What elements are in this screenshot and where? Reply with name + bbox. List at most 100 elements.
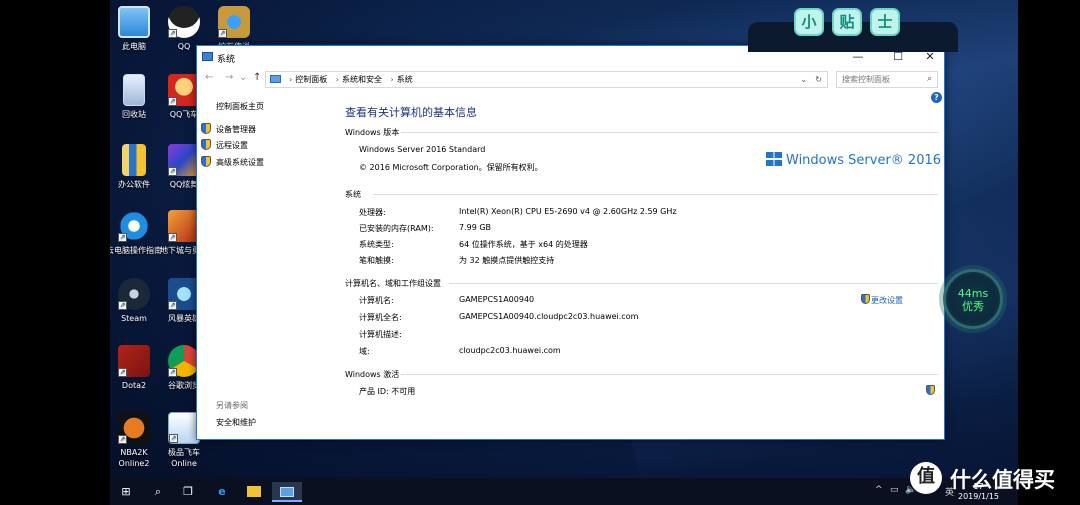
- security-maintenance-link[interactable]: 安全和维护: [216, 417, 256, 428]
- domain-value: cloudpc2c03.huawei.com: [459, 346, 561, 355]
- processor-label: 处理器:: [359, 208, 386, 217]
- desktop-icon-label: QQ炫舞: [169, 180, 199, 189]
- smzdm-watermark: 值 什么值得买: [908, 458, 1078, 498]
- tips-overlay: 小 贴 士: [748, 0, 958, 52]
- desktop: 此电脑 ↗ QQ ↗ 炉石传说 回收站 ↗ QQ飞车 办公软件 ↗ QQ炫舞 ↗: [110, 0, 1018, 478]
- main-content: 查看有关计算机的基本信息 Windows 版本 Windows Server 2…: [329, 92, 944, 439]
- folder-icon: [122, 144, 146, 176]
- hearthstone-icon: ↗: [218, 6, 250, 38]
- search-input[interactable]: 搜索控制面板 ⌕: [836, 71, 938, 88]
- advanced-settings-link[interactable]: 高级系统设置: [216, 157, 264, 168]
- ram-label: 已安装的内存(RAM):: [359, 224, 434, 233]
- system-section-title: 系统: [345, 190, 361, 199]
- edition-section-title: Windows 版本: [345, 128, 400, 137]
- desktop-icon-label: 极品飞车 Online: [168, 448, 200, 468]
- remote-settings-link[interactable]: 远程设置: [216, 140, 248, 151]
- tip-char[interactable]: 贴: [832, 8, 862, 36]
- desktop-icon-label: QQ: [177, 42, 191, 51]
- steam-icon: ↗: [118, 278, 150, 310]
- desktop-icon-label: 此电脑: [122, 42, 146, 51]
- taskbar: ⊞ ⌕ ❐ e ^ ▭ 🔈 ⌨ 英 17 2019/1/15: [110, 478, 1018, 505]
- breadcrumb-system-security[interactable]: 系统和安全: [342, 75, 382, 84]
- processor-value: Intel(R) Xeon(R) CPU E5-2690 v4 @ 2.60GH…: [459, 207, 677, 216]
- latency-bubble[interactable]: 44ms 优秀: [943, 269, 1003, 329]
- activation-section-title: Windows 激活: [345, 370, 400, 379]
- smzdm-logo: 值: [910, 462, 942, 494]
- edition-name: Windows Server 2016 Standard: [359, 145, 486, 154]
- system-icon: [202, 52, 213, 61]
- qq-penguin-icon: ↗: [168, 6, 200, 38]
- monitor-icon: [118, 6, 150, 38]
- search-icon[interactable]: ⌕: [148, 482, 168, 502]
- divider: [373, 194, 938, 195]
- back-arrow-icon[interactable]: ←: [205, 72, 213, 83]
- computer-name-label: 计算机名:: [359, 296, 394, 305]
- page-title: 查看有关计算机的基本信息: [345, 106, 477, 119]
- task-view-icon[interactable]: ❐: [178, 482, 198, 502]
- desktop-icon-label: NBA2K Online2: [118, 448, 150, 468]
- shield-icon: [926, 385, 935, 395]
- tip-char[interactable]: 小: [794, 8, 824, 36]
- system-type-value: 64 位操作系统，基于 x64 的处理器: [459, 240, 588, 249]
- product-id: 产品 ID: 不可用: [359, 387, 416, 396]
- divider: [449, 283, 938, 284]
- windows-server-logo: Windows Server® 2016: [766, 152, 941, 168]
- ram-value: 7.99 GB: [459, 223, 492, 232]
- tray-chevron-icon[interactable]: ^: [875, 485, 883, 495]
- breadcrumb-system[interactable]: 系统: [397, 75, 413, 84]
- address-bar[interactable]: › 控制面板 › 系统和安全 › 系统 ⌄ ↻: [265, 71, 828, 88]
- window-title: 系统: [217, 55, 236, 65]
- pen-touch-value: 为 32 触摸点提供触控支持: [459, 256, 555, 265]
- desktop-icon-label: 办公软件: [118, 180, 150, 189]
- search-placeholder: 搜索控制面板: [842, 75, 890, 84]
- shield-icon: [201, 123, 211, 134]
- latency-value: 44ms: [957, 287, 989, 300]
- desktop-icon-label: Steam: [121, 314, 147, 323]
- logo-text: Windows Server® 2016: [786, 153, 942, 168]
- computer-section-title: 计算机名、域和工作组设置: [345, 279, 441, 288]
- divider: [401, 374, 938, 375]
- windows-start-icon[interactable]: ⊞: [116, 482, 136, 502]
- recycle-bin-icon: [123, 74, 145, 106]
- forward-arrow-icon[interactable]: →: [225, 72, 233, 83]
- recent-chevron-icon[interactable]: ⌄: [239, 72, 247, 83]
- tip-char[interactable]: 士: [870, 8, 900, 36]
- dropdown-chevron-icon[interactable]: ⌄: [800, 72, 807, 87]
- shield-icon: [861, 294, 870, 304]
- shield-icon: [201, 156, 211, 167]
- shield-icon: [201, 139, 211, 150]
- refresh-icon[interactable]: ↻: [815, 72, 822, 87]
- desktop-icon-label: Dota2: [121, 381, 147, 390]
- file-explorer-icon[interactable]: [244, 482, 264, 502]
- latency-quality: 优秀: [962, 300, 984, 313]
- system-window-taskbar-button[interactable]: [272, 482, 302, 502]
- dota2-icon: ↗: [118, 345, 150, 377]
- control-panel-home-link[interactable]: 控制面板主页: [216, 101, 264, 112]
- up-arrow-icon[interactable]: ↑: [253, 72, 261, 83]
- network-icon[interactable]: ▭: [890, 485, 899, 495]
- desktop-icon-label: 回收站: [122, 110, 146, 119]
- description-label: 计算机描述:: [359, 330, 402, 339]
- copyright-text: © 2016 Microsoft Corporation。保留所有权利。: [359, 163, 543, 172]
- system-window: 系统 — ☐ ✕ ← → ⌄ ↑ › 控制面板 › 系统和安全 › 系统 ⌄ ↻…: [196, 45, 945, 440]
- computer-name-value: GAMEPCS1A00940: [459, 295, 535, 304]
- smzdm-text: 什么值得买: [950, 468, 1055, 492]
- device-manager-link[interactable]: 设备管理器: [216, 124, 256, 135]
- left-nav: 控制面板主页 设备管理器 远程设置 高级系统设置 另请参阅 安全和维护: [197, 92, 329, 439]
- address-row: ← → ⌄ ↑ › 控制面板 › 系统和安全 › 系统 ⌄ ↻ 搜索控制面板 ⌕: [197, 68, 944, 92]
- nba2k-icon: ↗: [118, 412, 150, 444]
- breadcrumb-control-panel[interactable]: 控制面板: [295, 75, 327, 84]
- domain-label: 域:: [359, 347, 370, 356]
- internet-explorer-icon[interactable]: e: [212, 482, 232, 502]
- internet-explorer-icon: ↗: [118, 210, 150, 242]
- divider: [401, 132, 938, 133]
- full-name-label: 计算机全名:: [359, 313, 402, 322]
- windows-logo-icon: [766, 152, 782, 166]
- breadcrumb: › 控制面板 › 系统和安全 › 系统: [289, 75, 413, 84]
- pen-touch-label: 笔和触摸:: [359, 256, 394, 265]
- desktop-icon-label: QQ飞车: [169, 110, 199, 119]
- computer-icon: [270, 75, 281, 83]
- change-settings-link[interactable]: 更改设置: [871, 295, 903, 306]
- see-also-heading: 另请参阅: [216, 401, 248, 410]
- search-icon: ⌕: [926, 74, 932, 84]
